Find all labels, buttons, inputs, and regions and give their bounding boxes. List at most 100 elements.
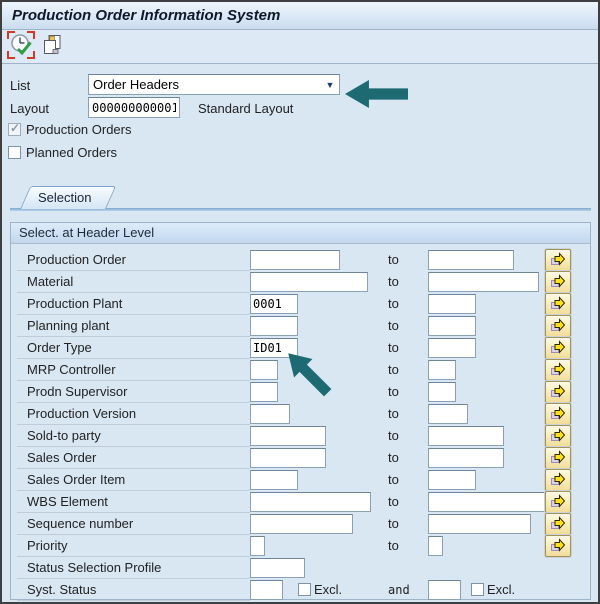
- multiple-selection-icon: [550, 273, 566, 292]
- list-label: List: [10, 78, 31, 93]
- to-label: to: [388, 274, 399, 289]
- selection-row: Sold-to party to: [11, 425, 590, 447]
- production-orders-checkbox[interactable]: [8, 121, 21, 136]
- priority-to-field[interactable]: [428, 536, 443, 556]
- field-label: Production Order: [27, 252, 126, 267]
- sales-order-item-multiple-selection-button[interactable]: [545, 469, 571, 491]
- excl-checkbox-1[interactable]: [298, 583, 311, 596]
- sold-to-party-to-field[interactable]: [428, 426, 504, 446]
- mrp-controller-multiple-selection-button[interactable]: [545, 359, 571, 381]
- status-selection-profile-from-field[interactable]: [250, 558, 305, 578]
- field-label: Priority: [27, 538, 68, 553]
- production-order-multiple-selection-button[interactable]: [545, 249, 571, 271]
- sales-order-item-to-field[interactable]: [428, 470, 476, 490]
- planning-plant-from-field[interactable]: [250, 316, 298, 336]
- order-type-to-field[interactable]: [428, 338, 476, 358]
- field-label: Prodn Supervisor: [27, 384, 128, 399]
- multiple-selection-icon: [550, 317, 566, 336]
- excl-2-wrap: Excl.: [471, 582, 515, 597]
- material-multiple-selection-button[interactable]: [545, 271, 571, 293]
- field-label: Production Version: [27, 406, 137, 421]
- sales-order-item-from-field[interactable]: [250, 470, 298, 490]
- multiple-selection-icon: [550, 515, 566, 534]
- material-from-field[interactable]: [250, 272, 368, 292]
- selection-row: Planning plant to: [11, 315, 590, 337]
- production-plant-multiple-selection-button[interactable]: [545, 293, 571, 315]
- planned-orders-checkbox[interactable]: [8, 146, 21, 159]
- sold-to-party-from-field[interactable]: [250, 426, 326, 446]
- syst-status-field-2[interactable]: [428, 580, 461, 600]
- planning-plant-to-field[interactable]: [428, 316, 476, 336]
- layout-label: Layout: [10, 101, 50, 116]
- to-label: to: [388, 406, 399, 421]
- sequence-number-multiple-selection-button[interactable]: [545, 513, 571, 535]
- production-order-from-field[interactable]: [250, 250, 340, 270]
- field-label: Status Selection Profile: [27, 560, 162, 575]
- excl-label-2: Excl.: [487, 582, 516, 597]
- priority-from-field[interactable]: [250, 536, 265, 556]
- selection-row: Priority to: [11, 535, 590, 557]
- tab-selection[interactable]: Selection: [10, 186, 106, 209]
- wbs-element-from-field[interactable]: [250, 492, 371, 512]
- to-label: to: [388, 516, 399, 531]
- wbs-element-multiple-selection-button[interactable]: [545, 491, 571, 513]
- prodn-supervisor-multiple-selection-button[interactable]: [545, 381, 571, 403]
- page-title: Production Order Information System: [2, 2, 598, 30]
- order-type-multiple-selection-button[interactable]: [545, 337, 571, 359]
- row-underline: [17, 600, 250, 601]
- priority-multiple-selection-button[interactable]: [545, 535, 571, 557]
- sequence-number-from-field[interactable]: [250, 514, 353, 534]
- to-label: to: [388, 318, 399, 333]
- prodn-supervisor-to-field[interactable]: [428, 382, 456, 402]
- sales-order-to-field[interactable]: [428, 448, 504, 468]
- to-label: to: [388, 340, 399, 355]
- to-label: to: [388, 362, 399, 377]
- mrp-controller-to-field[interactable]: [428, 360, 456, 380]
- production-order-to-field[interactable]: [428, 250, 514, 270]
- field-label: Order Type: [27, 340, 92, 355]
- field-label: Production Plant: [27, 296, 123, 311]
- and-label: and: [388, 583, 410, 597]
- selection-row: WBS Element to: [11, 491, 590, 513]
- field-label: Planning plant: [27, 318, 110, 333]
- wbs-element-to-field[interactable]: [428, 492, 546, 512]
- field-label: MRP Controller: [27, 362, 116, 377]
- production-version-multiple-selection-button[interactable]: [545, 403, 571, 425]
- selection-row: Production Plant to: [11, 293, 590, 315]
- production-version-from-field[interactable]: [250, 404, 290, 424]
- production-plant-from-field[interactable]: [250, 294, 298, 314]
- layout-field[interactable]: [88, 97, 180, 118]
- selection-row: Material to: [11, 271, 590, 293]
- tab-selection-label: Selection: [38, 190, 92, 205]
- to-label: to: [388, 252, 399, 267]
- list-dropdown[interactable]: Order Headers ▼: [88, 74, 340, 95]
- sales-order-from-field[interactable]: [250, 448, 326, 468]
- material-to-field[interactable]: [428, 272, 539, 292]
- excl-label-1: Excl.: [314, 582, 343, 597]
- field-label: Sales Order: [27, 450, 97, 465]
- excl-checkbox-2[interactable]: [471, 583, 484, 596]
- get-variant-button[interactable]: [41, 33, 65, 60]
- execute-icon: [6, 31, 36, 63]
- production-version-to-field[interactable]: [428, 404, 468, 424]
- syst-status-field-1[interactable]: [250, 580, 283, 600]
- field-label: Material: [27, 274, 74, 289]
- sold-to-party-multiple-selection-button[interactable]: [545, 425, 571, 447]
- sequence-number-to-field[interactable]: [428, 514, 531, 534]
- multiple-selection-icon: [550, 405, 566, 424]
- selection-row: Prodn Supervisor to: [11, 381, 590, 403]
- selection-row: Status Selection Profile: [11, 557, 590, 579]
- planned-orders-label: Planned Orders: [26, 145, 118, 160]
- mrp-controller-from-field[interactable]: [250, 360, 278, 380]
- to-label: to: [388, 494, 399, 509]
- production-plant-to-field[interactable]: [428, 294, 476, 314]
- production-orders-checkbox-row: Production Orders: [8, 121, 132, 137]
- prodn-supervisor-from-field[interactable]: [250, 382, 278, 402]
- sales-order-multiple-selection-button[interactable]: [545, 447, 571, 469]
- selection-row: Production Order to: [11, 249, 590, 271]
- get-variant-icon: [41, 35, 65, 60]
- execute-button[interactable]: [6, 30, 36, 63]
- planning-plant-multiple-selection-button[interactable]: [545, 315, 571, 337]
- to-label: to: [388, 538, 399, 553]
- list-dropdown-value: Order Headers: [93, 77, 179, 92]
